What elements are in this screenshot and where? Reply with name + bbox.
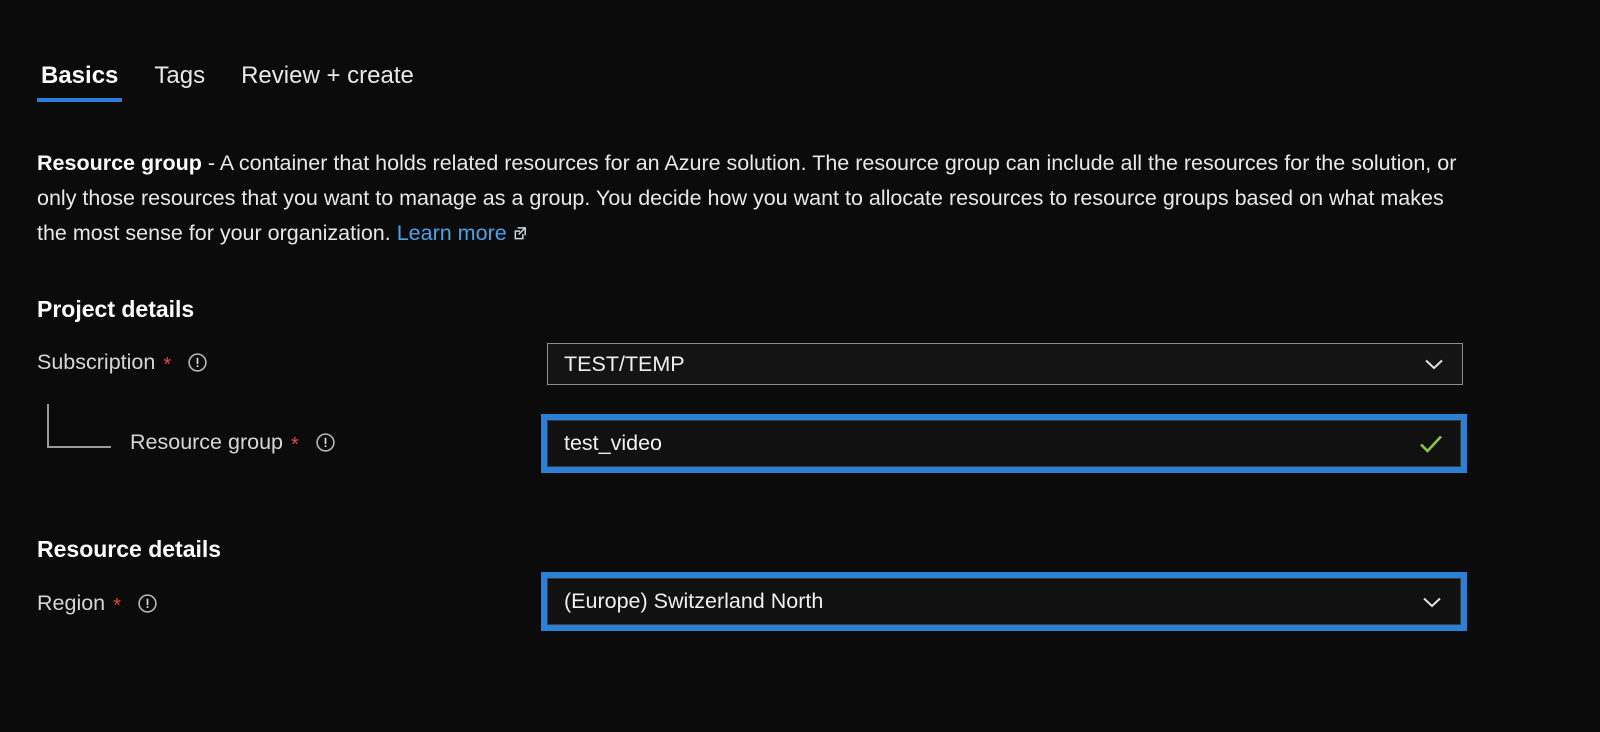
- subscription-label-text: Subscription: [37, 350, 156, 374]
- resource-group-value: test_video: [564, 431, 663, 455]
- info-icon[interactable]: [315, 432, 336, 453]
- required-asterisk: *: [290, 433, 299, 456]
- tab-review-create[interactable]: Review + create: [237, 62, 418, 102]
- learn-more-link[interactable]: Learn more: [397, 221, 507, 245]
- chevron-down-icon: [1422, 352, 1446, 376]
- description-body: - A container that holds related resourc…: [37, 151, 1457, 245]
- project-details-heading: Project details: [37, 296, 195, 322]
- tab-basics-label: Basics: [41, 62, 119, 89]
- chevron-down-icon: [1420, 590, 1444, 614]
- required-asterisk: *: [163, 353, 172, 376]
- region-highlight: (Europe) Switzerland North: [541, 572, 1467, 631]
- region-label: Region *: [37, 591, 158, 616]
- external-link-icon: [513, 217, 528, 240]
- region-value: (Europe) Switzerland North: [564, 589, 824, 613]
- subscription-label: Subscription *: [37, 350, 208, 375]
- resource-details-heading: Resource details: [37, 536, 222, 562]
- region-label-text: Region: [37, 591, 106, 615]
- info-icon[interactable]: [187, 352, 208, 373]
- resource-group-label-text: Resource group: [130, 430, 283, 454]
- description-lead: Resource group: [37, 151, 202, 175]
- tab-review-create-label: Review + create: [241, 62, 414, 89]
- check-icon: [1418, 431, 1444, 457]
- subscription-dropdown[interactable]: TEST/TEMP: [547, 343, 1463, 385]
- region-dropdown[interactable]: (Europe) Switzerland North: [547, 578, 1461, 625]
- resource-group-description: Resource group - A container that holds …: [37, 146, 1457, 251]
- resource-group-input[interactable]: test_video: [547, 420, 1461, 467]
- tab-tags[interactable]: Tags: [150, 62, 209, 102]
- nested-field-connector: [47, 404, 111, 448]
- tab-tags-label: Tags: [154, 62, 206, 89]
- info-icon[interactable]: [137, 593, 158, 614]
- resource-group-label: Resource group *: [130, 430, 336, 455]
- tab-basics[interactable]: Basics: [37, 62, 123, 102]
- active-tab-indicator: [37, 98, 123, 102]
- tab-bar: Basics Tags Review + create: [37, 62, 418, 102]
- required-asterisk: *: [113, 594, 121, 617]
- resource-group-highlight: test_video: [541, 414, 1467, 473]
- subscription-value: TEST/TEMP: [564, 351, 685, 376]
